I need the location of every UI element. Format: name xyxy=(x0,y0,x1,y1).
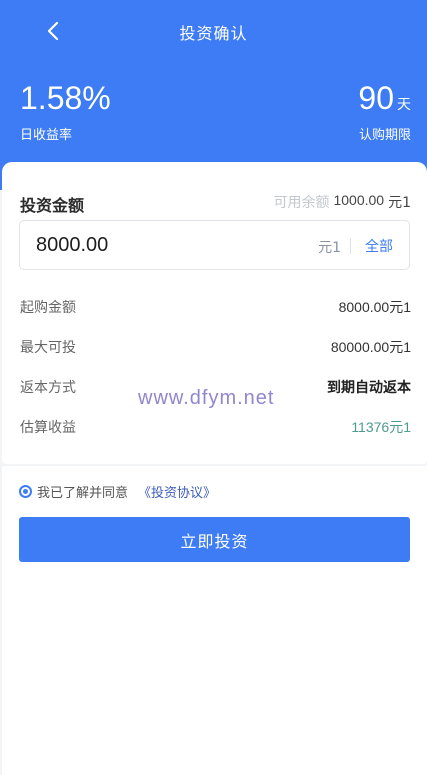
info-label: 估算收益 xyxy=(20,420,76,436)
amount-title: 投资金额 xyxy=(20,196,85,215)
info-value: 到期自动返本 xyxy=(327,380,411,396)
nav-bar: 投资确认 xyxy=(0,0,427,64)
period-value-group: 90 天 xyxy=(358,80,411,117)
agreement-radio[interactable] xyxy=(19,485,32,498)
invest-now-button[interactable]: 立即投资 xyxy=(19,517,410,562)
all-amount-button[interactable]: 全部 xyxy=(365,236,393,256)
input-divider xyxy=(350,238,351,254)
input-unit: 元1 xyxy=(318,240,341,256)
info-value: 8000.00元1 xyxy=(338,299,411,315)
info-row-max-amount: 最大可投 80000.00元1 xyxy=(20,335,411,359)
amount-input-box: 元1 全部 xyxy=(19,220,410,270)
agreement: 我已了解并同意 《投资协议》 xyxy=(19,482,216,501)
lower-area xyxy=(2,466,427,775)
page: 投资确认 1.58% 日收益率 90 天 认购期限 投资金额 可用余额 1000… xyxy=(0,0,427,775)
agreement-text: 我已了解并同意 xyxy=(37,486,129,501)
info-row-return-method: 返本方式 到期自动返本 xyxy=(20,375,411,399)
period-label: 认购期限 xyxy=(358,128,411,143)
info-label: 返本方式 xyxy=(20,380,76,396)
radio-dot xyxy=(23,489,28,494)
investment-card: 投资金额 可用余额 1000.00 元1 元1 全部 起购金额 8000.00元… xyxy=(2,162,427,464)
info-row-estimated-income: 估算收益 11376元1 xyxy=(20,415,411,439)
info-label: 起购金额 xyxy=(20,300,76,316)
agreement-link[interactable]: 《投资协议》 xyxy=(138,482,216,501)
info-row-min-amount: 起购金额 8000.00元1 xyxy=(20,295,411,319)
daily-rate-value: 1.58% xyxy=(20,80,111,116)
info-label: 最大可投 xyxy=(20,340,76,356)
period-unit: 天 xyxy=(397,96,411,112)
available-balance: 可用余额 1000.00 元1 xyxy=(273,192,411,212)
balance-label: 可用余额 xyxy=(273,195,330,211)
balance-value: 1000.00 xyxy=(333,192,385,208)
daily-rate-label: 日收益率 xyxy=(20,128,73,143)
page-title: 投资确认 xyxy=(179,24,248,43)
amount-input[interactable] xyxy=(36,229,296,261)
info-value: 80000.00元1 xyxy=(330,339,411,355)
balance-unit: 元1 xyxy=(388,195,411,211)
period-value: 90 xyxy=(358,80,394,116)
info-value: 11376元1 xyxy=(351,419,411,435)
